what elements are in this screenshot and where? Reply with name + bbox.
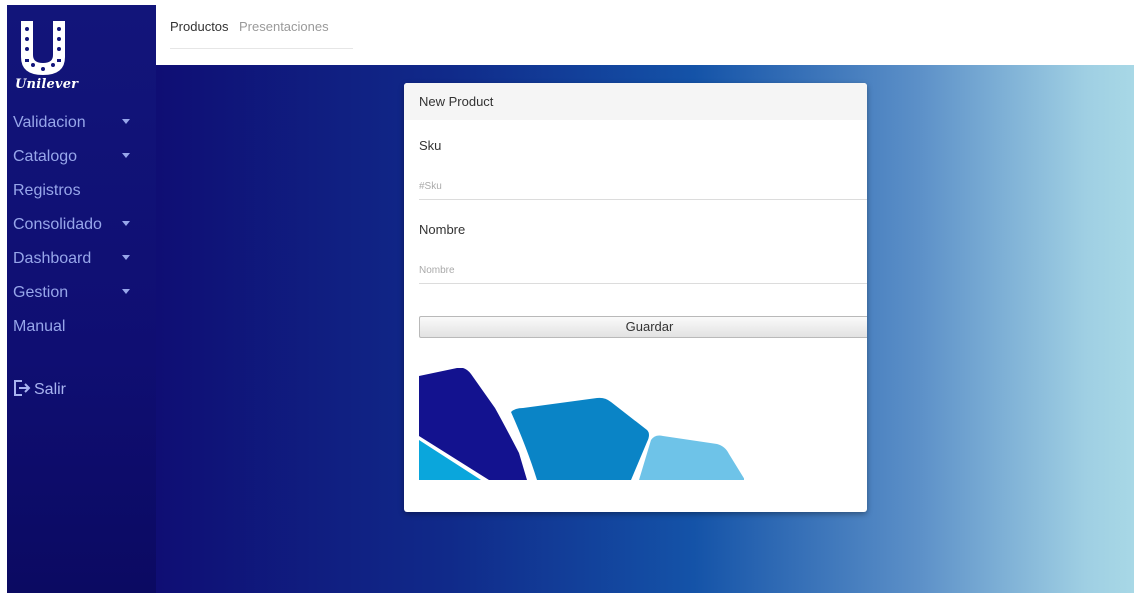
guardar-button[interactable]: Guardar bbox=[419, 316, 867, 338]
sidebar-item-consolidado[interactable]: Consolidado bbox=[7, 208, 156, 242]
sidebar-item-label: Validacion bbox=[13, 114, 86, 131]
sidebar-item-validacion[interactable]: Validacion bbox=[7, 106, 156, 140]
sidebar-item-label: Manual bbox=[13, 318, 66, 335]
nombre-input[interactable] bbox=[419, 257, 867, 284]
sidebar-nav: Validacion Catalogo Registros Consolidad… bbox=[7, 106, 156, 344]
sidebar-item-label: Dashboard bbox=[13, 250, 92, 267]
caret-down-icon bbox=[122, 289, 130, 294]
sidebar: Unilever Validacion Catalogo Registros C… bbox=[7, 5, 156, 593]
brand-name: Unilever bbox=[15, 77, 79, 92]
new-product-card: New Product Sku Nombre Guardar bbox=[404, 83, 867, 512]
decorative-shapes bbox=[419, 367, 745, 480]
caret-down-icon bbox=[122, 221, 130, 226]
top-bar: Productos Presentaciones bbox=[156, 0, 1134, 65]
sku-input[interactable] bbox=[419, 173, 867, 200]
nombre-label: Nombre bbox=[419, 222, 466, 237]
sidebar-item-gestion[interactable]: Gestion bbox=[7, 276, 156, 310]
caret-down-icon bbox=[122, 255, 130, 260]
logout-link[interactable]: Salir bbox=[13, 378, 66, 402]
sku-label: Sku bbox=[419, 138, 442, 153]
logout-icon bbox=[13, 379, 31, 397]
sidebar-item-dashboard[interactable]: Dashboard bbox=[7, 242, 156, 276]
sidebar-item-registros[interactable]: Registros bbox=[7, 174, 156, 208]
logout-label: Salir bbox=[34, 381, 67, 398]
tab-presentaciones[interactable]: Presentaciones bbox=[239, 19, 329, 34]
main-content: New Product Sku Nombre Guardar bbox=[156, 65, 1134, 593]
tab-bar: Productos Presentaciones bbox=[170, 18, 353, 49]
sidebar-item-label: Consolidado bbox=[13, 216, 102, 233]
tab-productos[interactable]: Productos bbox=[170, 19, 229, 34]
sidebar-item-label: Gestion bbox=[13, 284, 69, 301]
light-shape bbox=[639, 435, 745, 480]
sidebar-item-manual[interactable]: Manual bbox=[7, 310, 156, 344]
caret-down-icon bbox=[122, 153, 130, 158]
sidebar-item-label: Catalogo bbox=[13, 148, 78, 165]
card-title: New Product bbox=[404, 83, 867, 120]
mid-shape bbox=[511, 397, 649, 480]
caret-down-icon bbox=[122, 119, 130, 124]
sidebar-item-catalogo[interactable]: Catalogo bbox=[7, 140, 156, 174]
sidebar-item-label: Registros bbox=[13, 182, 81, 199]
